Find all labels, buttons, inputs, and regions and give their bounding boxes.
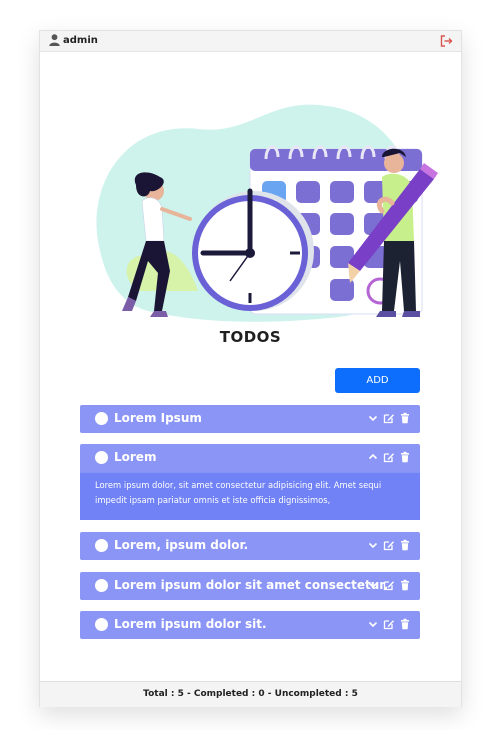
complete-checkbox[interactable] — [95, 412, 108, 425]
top-bar: admin — [40, 31, 461, 52]
complete-checkbox[interactable] — [95, 618, 108, 631]
logout-icon[interactable] — [439, 34, 453, 48]
todo-title: Lorem Ipsum — [114, 411, 202, 425]
page-title: TODOS — [219, 328, 282, 346]
todo-title: Lorem ipsum dolor sit amet consectetur. — [114, 578, 389, 592]
todo-item: Lorem ipsum dolor sit amet consectetur. — [80, 572, 420, 600]
todo-app-card: admin TODOS ADD Lorem Ipsum Lorem Lorem … — [39, 30, 462, 707]
trash-icon[interactable] — [399, 451, 411, 463]
trash-icon[interactable] — [399, 539, 411, 551]
chevron-up-icon[interactable] — [367, 451, 379, 463]
todo-header[interactable]: Lorem ipsum dolor sit. — [80, 611, 420, 639]
todo-header[interactable]: Lorem ipsum dolor sit amet consectetur. — [80, 572, 420, 600]
edit-icon[interactable] — [383, 618, 395, 630]
todo-title: Lorem — [114, 450, 157, 464]
todo-header[interactable]: Lorem, ipsum dolor. — [80, 532, 420, 560]
edit-icon[interactable] — [383, 412, 395, 424]
username: admin — [63, 34, 98, 46]
todo-title: Lorem, ipsum dolor. — [114, 538, 249, 552]
chevron-down-icon[interactable] — [367, 412, 379, 424]
todo-item: Lorem Lorem ipsum dolor, sit amet consec… — [80, 444, 420, 520]
chevron-down-icon[interactable] — [367, 539, 379, 551]
todo-header[interactable]: Lorem Ipsum — [80, 405, 420, 433]
trash-icon[interactable] — [399, 412, 411, 424]
todo-description: Lorem ipsum dolor, sit amet consectetur … — [80, 472, 420, 520]
user-icon — [49, 34, 60, 46]
edit-icon[interactable] — [383, 451, 395, 463]
edit-icon[interactable] — [383, 539, 395, 551]
todo-item: Lorem, ipsum dolor. — [80, 532, 420, 560]
hero-illustration — [96, 104, 438, 322]
complete-checkbox[interactable] — [95, 539, 108, 552]
todo-title: Lorem ipsum dolor sit. — [114, 617, 267, 631]
todo-item: Lorem Ipsum — [80, 405, 420, 433]
trash-icon[interactable] — [399, 579, 411, 591]
chevron-down-icon[interactable] — [367, 579, 379, 591]
add-todo-button[interactable]: ADD — [335, 368, 420, 393]
user-info: admin — [49, 34, 98, 46]
edit-icon[interactable] — [383, 579, 395, 591]
trash-icon[interactable] — [399, 618, 411, 630]
summary-footer: Total : 5 - Completed : 0 - Uncompleted … — [40, 681, 461, 707]
complete-checkbox[interactable] — [95, 579, 108, 592]
todo-header[interactable]: Lorem — [80, 444, 420, 472]
todo-item: Lorem ipsum dolor sit. — [80, 611, 420, 639]
complete-checkbox[interactable] — [95, 451, 108, 464]
chevron-down-icon[interactable] — [367, 618, 379, 630]
